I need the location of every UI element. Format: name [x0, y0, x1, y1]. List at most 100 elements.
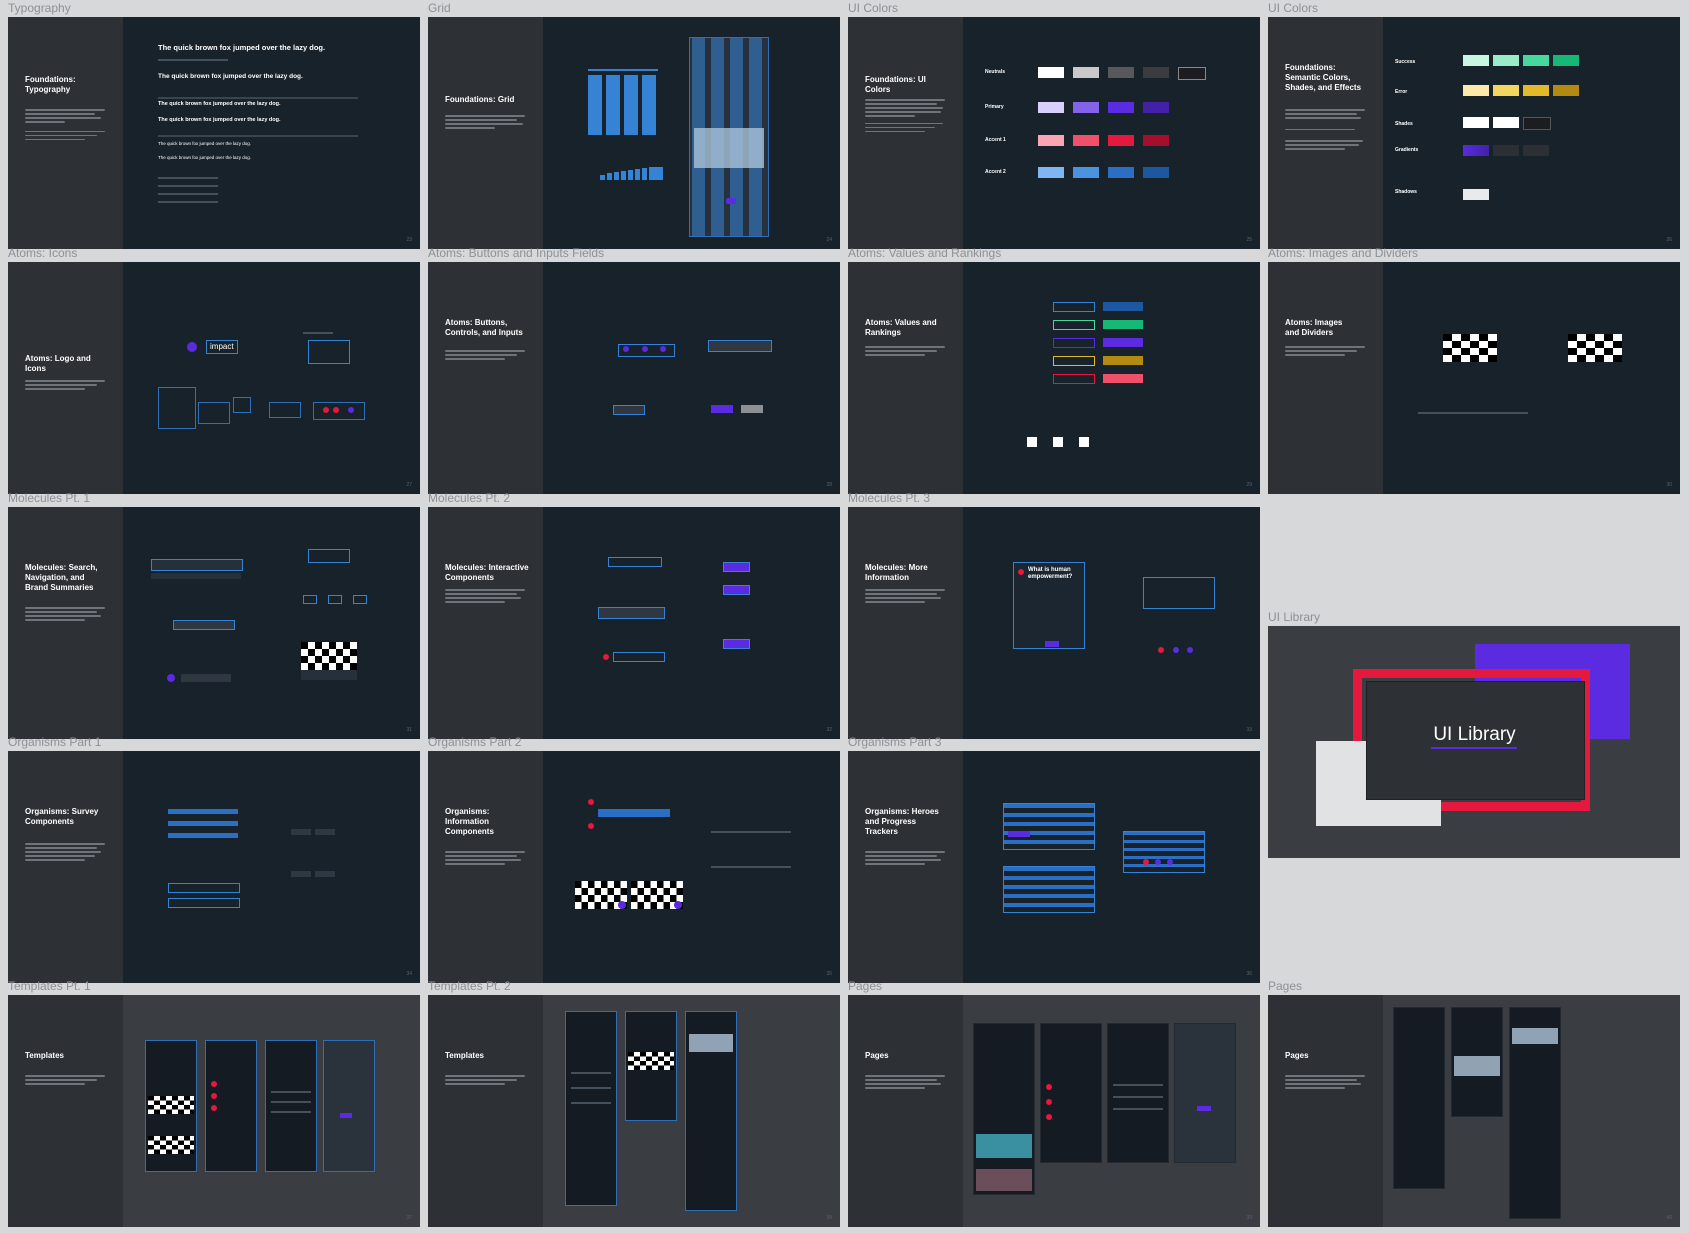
- frame-molecules-3[interactable]: Molecules Pt. 3 Molecules: More Informat…: [848, 491, 1260, 739]
- slide-title: Templates: [445, 1051, 484, 1060]
- frame-label: Templates Pt. 2: [428, 979, 511, 993]
- slide-title: Organisms: Survey Components: [25, 807, 99, 826]
- color-swatch: [1143, 67, 1169, 78]
- slide-title: Molecules: Interactive Components: [445, 563, 529, 582]
- page-number: 40: [1666, 1215, 1672, 1221]
- frame-organisms-2[interactable]: Organisms Part 2 Organisms: Information …: [428, 735, 840, 983]
- frame-molecules-2[interactable]: Molecules Pt. 2 Molecules: Interactive C…: [428, 491, 840, 739]
- color-swatch: [1493, 55, 1519, 66]
- frame-templates-2[interactable]: Templates Pt. 2 Templates 38: [428, 979, 840, 1227]
- frame-label: Molecules Pt. 2: [428, 491, 511, 505]
- page-number: 39: [1246, 1215, 1252, 1221]
- frame-label: Organisms Part 2: [428, 735, 522, 749]
- frame-grid[interactable]: Grid Foundations: Grid 24: [428, 1, 840, 249]
- slide-title: Foundations: Semantic Colors, Shades, an…: [1285, 63, 1362, 92]
- page-number: 34: [406, 971, 412, 977]
- slide-title: Organisms: Heroes and Progress Trackers: [865, 807, 939, 836]
- slide-title: Pages: [865, 1051, 889, 1060]
- slide-canvas: 34: [123, 751, 420, 983]
- frame-ui-colors[interactable]: UI Colors Foundations: UI Colors Neutral…: [848, 1, 1260, 249]
- page-number: 35: [826, 971, 832, 977]
- row-label: Accent 1: [985, 137, 1006, 143]
- slide-canvas: 38: [543, 995, 840, 1227]
- description-lines: [865, 99, 951, 135]
- slide-title: Foundations: Grid: [445, 95, 515, 104]
- slide-canvas: Success Error Shades Gradients Shadows 2…: [1383, 17, 1680, 249]
- brand-summary-image: [301, 642, 357, 670]
- frame-organisms-3[interactable]: Organisms Part 3 Organisms: Heroes and P…: [848, 735, 1260, 983]
- slide-sidebar: Pages: [848, 995, 963, 1227]
- slide-sidebar: Atoms: Buttons, Controls, and Inputs: [428, 262, 543, 494]
- description-lines: [1285, 346, 1371, 358]
- slide-canvas: 30: [1383, 262, 1680, 494]
- row-label: Shadows: [1395, 189, 1417, 195]
- frame-label: Atoms: Buttons and Inputs Fields: [428, 246, 605, 260]
- row-label: Primary: [985, 104, 1004, 110]
- frame-pages-1[interactable]: Pages Pages 39: [848, 979, 1260, 1227]
- frame-label: Organisms Part 1: [8, 735, 102, 749]
- color-swatch: [1038, 67, 1064, 78]
- frame-ui-library[interactable]: UI Library UI Library: [1268, 610, 1680, 858]
- slide-title: Atoms: Logo and Icons: [25, 354, 91, 373]
- slide-canvas: 35: [543, 751, 840, 983]
- slide-canvas: 24: [543, 17, 840, 249]
- page-number: 31: [406, 727, 412, 733]
- card-title: What is human empowerment?: [1028, 567, 1073, 580]
- color-swatch: [1073, 167, 1099, 178]
- slide-sidebar: Molecules: Interactive Components: [428, 507, 543, 739]
- slide-canvas: 39: [963, 995, 1260, 1227]
- slide-canvas: 36: [963, 751, 1260, 983]
- frame-organisms-1[interactable]: Organisms Part 1 Organisms: Survey Compo…: [8, 735, 420, 983]
- page-number: 38: [826, 1215, 832, 1221]
- slide-sidebar: Atoms: Logo and Icons: [8, 262, 123, 494]
- page-number: 29: [1246, 482, 1252, 488]
- frame-atoms-icons[interactable]: Atoms: Icons Atoms: Logo and Icons impac…: [8, 246, 420, 494]
- frame-atoms-images[interactable]: Atoms: Images and Dividers Atoms: Images…: [1268, 246, 1680, 494]
- description-lines: [445, 851, 531, 867]
- color-swatch: [1493, 85, 1519, 96]
- description-lines: [25, 1075, 111, 1087]
- checker-image: [1568, 334, 1622, 362]
- slide-sidebar: Foundations: Typography: [8, 17, 123, 249]
- slide-canvas: 28: [543, 262, 840, 494]
- frame-semantic-colors[interactable]: UI Colors Foundations: Semantic Colors, …: [1268, 1, 1680, 249]
- page-number: 27: [406, 482, 412, 488]
- frame-label: Grid: [428, 1, 451, 15]
- frame-atoms-buttons[interactable]: Atoms: Buttons and Inputs Fields Atoms: …: [428, 246, 840, 494]
- type-sample-body1: The quick brown fox jumped over the lazy…: [158, 141, 252, 146]
- slide-sidebar: Atoms: Values and Rankings: [848, 262, 963, 494]
- frame-typography[interactable]: Typography Foundations: Typography The q…: [8, 1, 420, 249]
- frame-label: Molecules Pt. 1: [8, 491, 91, 505]
- color-swatch: [1463, 85, 1489, 96]
- description-lines: [1285, 109, 1371, 152]
- slide-title: Pages: [1285, 1051, 1309, 1060]
- frame-label: Templates Pt. 1: [8, 979, 91, 993]
- slide-title: Foundations: UI Colors: [865, 75, 926, 94]
- description-lines: [865, 346, 951, 358]
- description-lines: [445, 115, 531, 131]
- color-swatch: [1523, 55, 1549, 66]
- slide-sidebar: Molecules: More Information: [848, 507, 963, 739]
- slide-canvas: impact 27: [123, 262, 420, 494]
- frame-templates-1[interactable]: Templates Pt. 1 Templates 37: [8, 979, 420, 1227]
- frame-label: UI Colors: [1268, 1, 1319, 15]
- description-lines: [25, 843, 111, 863]
- page-number: 25: [1246, 237, 1252, 243]
- frame-pages-2[interactable]: Pages Pages 40: [1268, 979, 1680, 1227]
- frame-molecules-1[interactable]: Molecules Pt. 1 Molecules: Search, Navig…: [8, 491, 420, 739]
- row-label: Gradients: [1395, 147, 1419, 153]
- slide-sidebar: Molecules: Search, Navigation, and Brand…: [8, 507, 123, 739]
- frame-atoms-values[interactable]: Atoms: Values and Rankings Atoms: Values…: [848, 246, 1260, 494]
- row-label: Accent 2: [985, 169, 1006, 175]
- frame-label: Typography: [8, 1, 71, 15]
- slide-title: Atoms: Images and Dividers: [1285, 318, 1343, 337]
- slide-sidebar: Foundations: Grid: [428, 17, 543, 249]
- slide-sidebar: Organisms: Information Components: [428, 751, 543, 983]
- page-number: 24: [826, 237, 832, 243]
- slide-sidebar: Pages: [1268, 995, 1383, 1227]
- slide-canvas: Neutrals Primary Accent 1 Accent 2 25: [963, 17, 1260, 249]
- row-label: Success: [1395, 59, 1416, 65]
- color-swatch: [1108, 102, 1134, 113]
- frame-label: Molecules Pt. 3: [848, 491, 931, 505]
- type-sample-h1: The quick brown fox jumped over the lazy…: [158, 43, 326, 52]
